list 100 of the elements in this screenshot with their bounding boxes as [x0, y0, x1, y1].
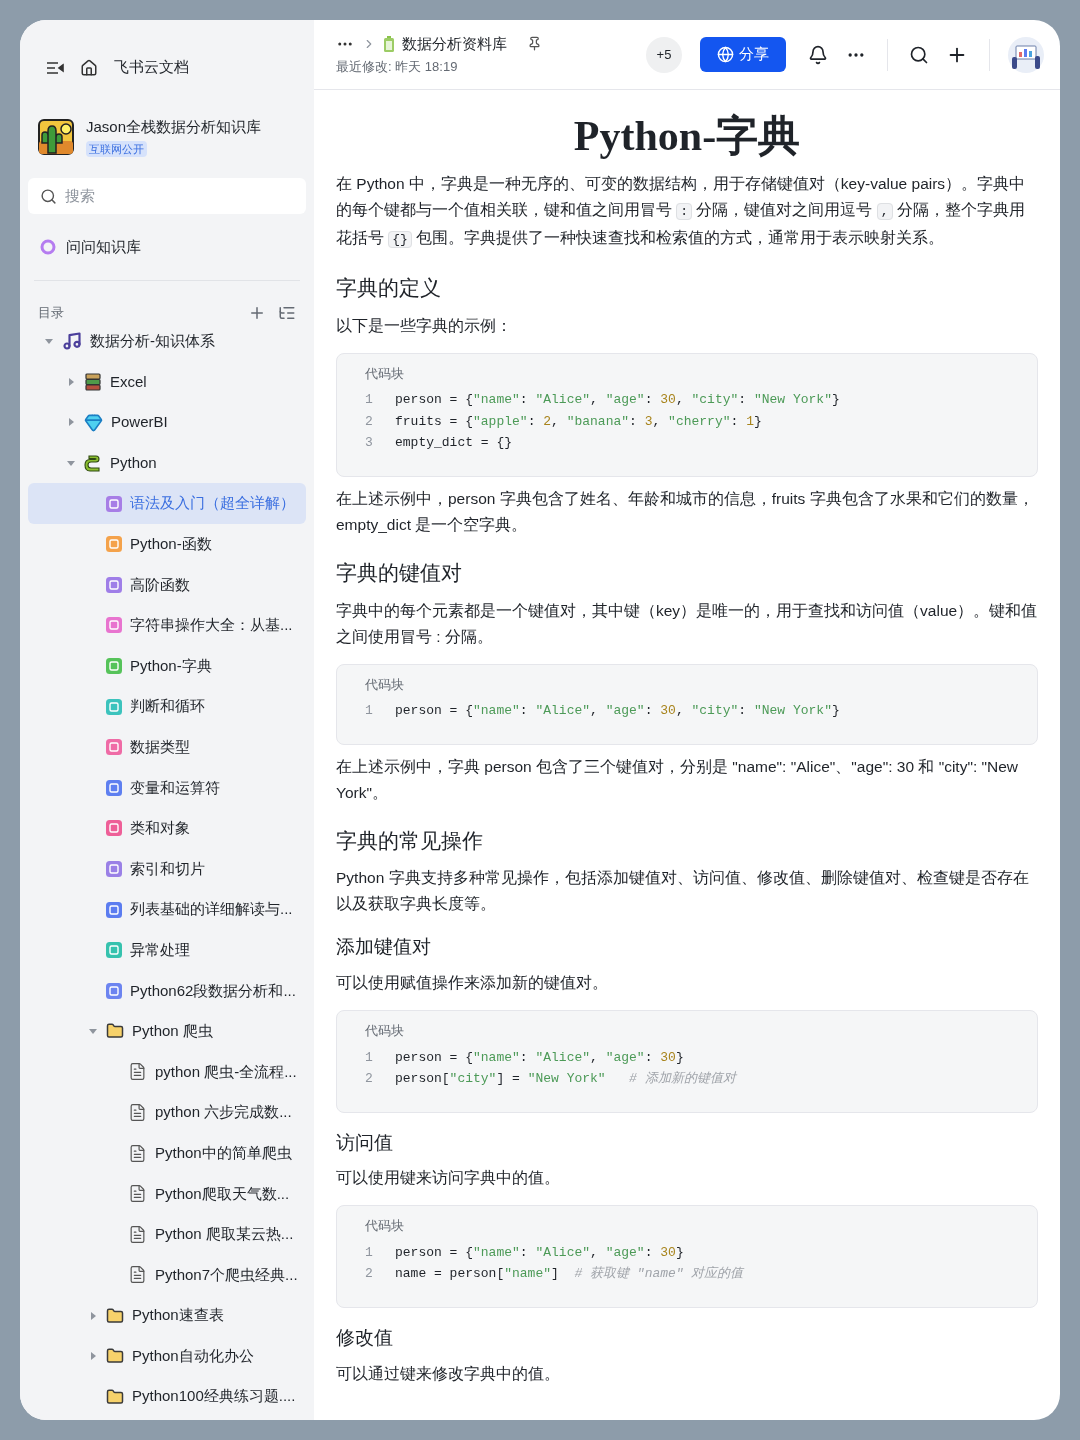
code-line: person = {"name": "Alice", "age": 30, "city": "New York"}	[395, 702, 840, 720]
tree-item-label: Python爬取天气数...	[155, 1183, 290, 1204]
tree-item[interactable]: Python7个爬虫经典...	[28, 1254, 306, 1296]
tree-item[interactable]: 列表基础的详细解读与...	[28, 889, 306, 930]
app-title: 飞书云文档	[114, 57, 189, 78]
paragraph: 可以使用赋值操作来添加新的键值对。	[336, 973, 609, 993]
tree-item[interactable]: Python 爬虫	[28, 1011, 306, 1052]
collapse-sidebar-icon[interactable]	[46, 59, 64, 76]
tree-item[interactable]: 高阶函数	[28, 564, 306, 606]
tree-item-label: Excel	[110, 371, 147, 392]
notification-icon[interactable]	[808, 44, 828, 65]
paragraph: 字典中的每个元素都是一个键值对，其中键（key）是唯一的，用于查找和访问值（value）。键和值之间使用冒号 : 分隔。	[336, 600, 1038, 647]
last-modified: 最近修改: 昨天 18:19	[336, 58, 459, 76]
caret-icon[interactable]	[89, 1311, 97, 1320]
folder-icon	[106, 1387, 124, 1406]
code-line: person = {"name": "Alice", "age": 30}	[395, 1243, 684, 1262]
caret-icon[interactable]	[89, 1352, 97, 1361]
tree-item[interactable]: Python 爬取某云热...	[28, 1214, 306, 1255]
caret-icon[interactable]	[45, 337, 53, 346]
document-breadcrumb[interactable]: 数据分析资料库	[402, 32, 507, 55]
tree-item[interactable]: Python-字典	[28, 645, 306, 687]
document-icon	[128, 1184, 147, 1204]
paragraph: 可以使用键来访问字典中的值。	[336, 1168, 561, 1189]
stacked-books-icon	[84, 372, 102, 391]
tree-item[interactable]: Python速查表	[28, 1295, 306, 1336]
code-line: empty_dict = {}	[395, 434, 513, 453]
tree-item-label: 数据分析-知识体系	[90, 331, 215, 352]
caret-icon[interactable]	[67, 418, 75, 427]
document-icon	[128, 1062, 147, 1082]
line-number: 1	[365, 1048, 374, 1067]
paragraph: 以下是一些字典的示例：	[336, 315, 513, 336]
document-icon	[128, 1224, 147, 1244]
tree-item[interactable]: Python62段数据分析和...	[28, 970, 306, 1012]
code-line: person = {"name": "Alice", "age": 30, "city": "New York"}	[395, 391, 840, 410]
paragraph: 在上述示例中，person 字典包含了姓名、年龄和城市的信息，fruits 字典包含了水果和它们的数量，empty_dict 是一个空字典。	[336, 488, 1035, 535]
tree-item[interactable]: Python自动化办公	[28, 1335, 306, 1377]
line-number: 2	[365, 1265, 374, 1284]
ask-knowledge-base-item[interactable]: 问问知识库	[20, 230, 306, 264]
line-number: 2	[365, 1070, 374, 1088]
code-block-label: 代码块	[365, 1022, 405, 1040]
code-line: fruits = {"apple": 2, "banana": 3, "cherry": 1}	[395, 412, 762, 431]
ring-icon	[40, 239, 56, 255]
tree-item-label: 列表基础的详细解读与...	[130, 899, 293, 920]
document-icon	[128, 1103, 147, 1123]
tree-item[interactable]: 变量和运算符	[28, 767, 306, 809]
tree-item-label: 语法及入门（超全详解）	[130, 493, 295, 514]
share-button[interactable]: 分享	[700, 37, 786, 72]
pin-icon[interactable]	[527, 36, 542, 52]
tree-item[interactable]: 数据分析-知识体系	[28, 321, 306, 362]
tree-item[interactable]: Python	[28, 442, 306, 484]
tree-item[interactable]: 索引和切片	[28, 848, 306, 890]
code-block-label: 代码块	[365, 1217, 405, 1236]
tree-item[interactable]: Python爬取天气数...	[28, 1173, 306, 1215]
tree-item[interactable]: python 爬虫-全流程...	[28, 1051, 306, 1093]
tree-item[interactable]: 异常处理	[28, 929, 306, 971]
subsection-heading: 修改值	[336, 1325, 394, 1350]
tree-item[interactable]: 字符串操作大全：从基...	[28, 605, 306, 646]
tree-item-label: Python100经典练习题....	[132, 1386, 296, 1407]
tree-item[interactable]: Excel	[28, 361, 306, 403]
tree-item[interactable]: PowerBI	[28, 402, 306, 443]
home-icon[interactable]	[80, 58, 98, 77]
tree-item[interactable]: 判断和循环	[28, 686, 306, 727]
tree-item-label: Python7个爬虫经典...	[155, 1264, 298, 1285]
folder-icon	[106, 1347, 124, 1366]
code-block-label: 代码块	[365, 364, 405, 383]
paragraph: Python 字典支持多种常见操作，包括添加键值对、访问值、修改值、删除键值对、检查键是否存在以及获取字典长度等。	[336, 868, 1030, 915]
globe-icon	[717, 46, 734, 63]
battery-icon	[384, 35, 394, 52]
tree-item[interactable]: 语法及入门（超全详解）	[28, 483, 306, 524]
tree-item[interactable]: Python100经典练习题....	[28, 1376, 306, 1418]
gem-icon	[84, 413, 103, 432]
tree-item-label: Python 爬虫	[132, 1021, 213, 1042]
tree-item[interactable]: 数据类型	[28, 726, 306, 768]
avatar[interactable]	[1008, 36, 1044, 73]
tree-item-label: 高阶函数	[130, 574, 190, 595]
list-icon[interactable]	[278, 304, 296, 322]
tree-item[interactable]: 类和对象	[28, 808, 306, 849]
code-line: person = {"name": "Alice", "age": 30}	[395, 1048, 684, 1067]
code-line: person["city"] = "New York" # 添加新的键值对	[395, 1070, 736, 1088]
tree-item-label: Python 爬取某云热...	[155, 1224, 294, 1245]
tree-item[interactable]: Python-函数	[28, 523, 306, 565]
tree-item-label: python 爬虫-全流程...	[155, 1061, 297, 1082]
visibility-tag: 互联网公开	[86, 140, 147, 157]
tree-item[interactable]: python 六步完成数...	[28, 1092, 306, 1133]
subsection-heading: 添加键值对	[336, 935, 432, 960]
collaborator-count[interactable]: +5	[646, 36, 682, 73]
caret-icon[interactable]	[67, 459, 75, 468]
tree-item-label: 判断和循环	[130, 696, 205, 717]
caret-icon[interactable]	[67, 377, 75, 386]
search-icon[interactable]	[909, 44, 929, 65]
tree-item-label: 变量和运算符	[130, 777, 220, 798]
line-number: 2	[365, 412, 374, 431]
tree-item[interactable]: Python中的简单爬虫	[28, 1132, 306, 1174]
snake-icon	[84, 454, 102, 473]
line-number: 1	[365, 1243, 374, 1262]
folder-icon	[106, 1306, 124, 1325]
search-placeholder: 搜索	[65, 185, 95, 206]
line-number: 3	[365, 434, 374, 453]
caret-icon[interactable]	[89, 1027, 97, 1036]
code-line: name = person["name"] # 获取键 "name" 对应的值	[395, 1265, 744, 1284]
